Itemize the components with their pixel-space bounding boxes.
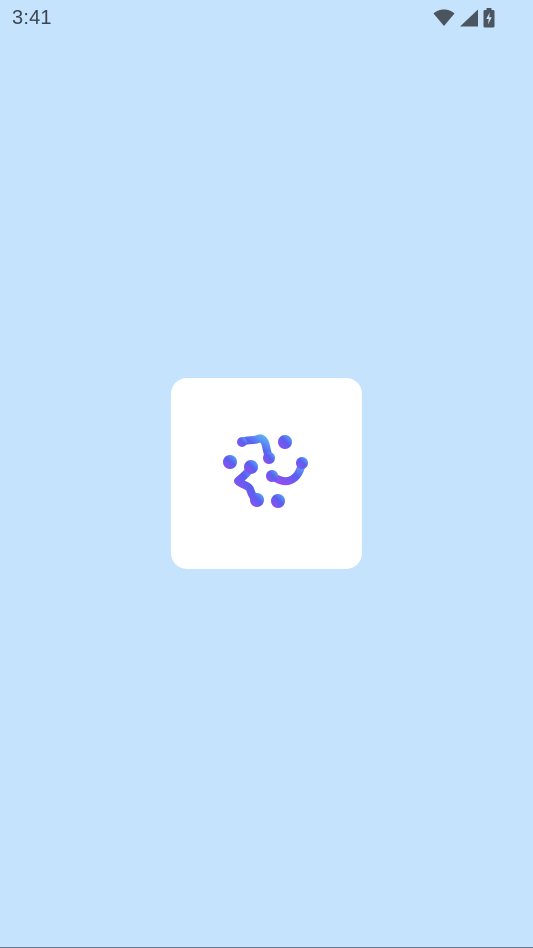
splash-screen: 3:41 [0, 0, 533, 948]
molecule-logo-icon [222, 434, 308, 508]
status-icons [433, 8, 495, 28]
battery-charging-icon [483, 8, 495, 28]
status-bar: 3:41 [0, 0, 533, 36]
wifi-icon [433, 9, 455, 27]
cellular-signal-icon [459, 9, 479, 27]
status-time: 3:41 [12, 7, 52, 29]
app-logo-card [171, 378, 362, 569]
